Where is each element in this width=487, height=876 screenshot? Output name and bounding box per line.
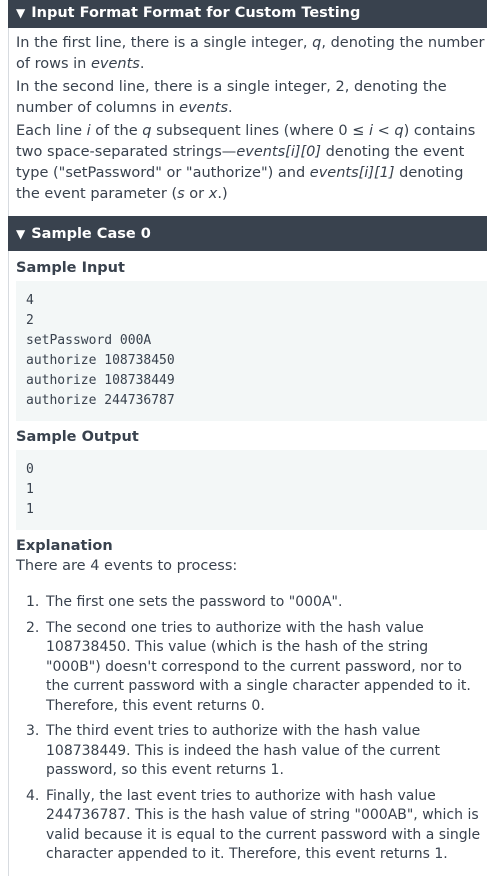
input-format-section-toggle[interactable]: ▼ Input Format Format for Custom Testing (8, 0, 487, 28)
explanation-label: Explanation (16, 538, 113, 554)
sample-case-title: Sample Case 0 (31, 225, 151, 242)
caret-down-icon: ▼ (16, 6, 26, 20)
text: . (139, 56, 145, 72)
text: .) (217, 186, 228, 202)
section-border (8, 251, 9, 876)
list-text: The first one sets the password to "000A… (46, 594, 343, 610)
list-number: 1. (26, 594, 40, 610)
var-events: events (90, 56, 140, 72)
range: ≤ i < q (352, 123, 404, 139)
list-item: 3. The third event tries to authorize wit… (16, 722, 487, 781)
list-item: 1. The first one sets the password to "00… (16, 593, 487, 613)
sample-case-section-toggle[interactable]: ▼ Sample Case 0 (8, 216, 487, 251)
var-events: events (179, 100, 229, 116)
input-format-line-3: Each line i of the q subsequent lines (w… (16, 121, 487, 205)
var-events-i-0: events[i][0] (236, 144, 322, 160)
text: of the (90, 123, 143, 139)
list-number: 2. (26, 619, 40, 636)
list-number: 3. (26, 723, 40, 739)
input-format-title: Input Format Format for Custom Testing (31, 5, 361, 21)
input-format-line-2: In the second line, there is a single in… (16, 77, 487, 119)
caret-down-icon: ▼ (16, 226, 26, 241)
text: In the first line, there is a single int… (16, 35, 313, 51)
explanation-list: 1. The first one sets the password to "00… (16, 593, 487, 871)
text: Each line (16, 123, 87, 139)
sample-input-label: Sample Input (16, 260, 125, 276)
explanation-intro: There are 4 events to process: (16, 558, 238, 574)
sample-input-code: 4 2 setPassword 000A authorize 108738450… (16, 281, 487, 421)
text: subsequent lines (where 0 (151, 123, 353, 139)
list-text: The second one tries to authorize with t… (46, 619, 471, 714)
var-q: q (312, 35, 322, 51)
list-text: Finally, the last event tries to authori… (46, 787, 481, 863)
var-s: s (177, 186, 185, 202)
input-format-line-1: In the first line, there is a single int… (16, 33, 487, 75)
sample-output-code: 0 1 1 (16, 450, 487, 530)
list-item: 4. Finally, the last event tries to autho… (16, 787, 487, 865)
sample-output-label: Sample Output (16, 429, 139, 445)
list-number: 4. (26, 787, 40, 804)
text: or (184, 186, 209, 202)
list-text: The third event tries to authorize with … (46, 723, 441, 778)
var-events-i-1: events[i][1] (309, 165, 395, 181)
list-item: 2. The second one tries to authorize with… (16, 619, 487, 717)
text: . (228, 100, 233, 116)
section-border (8, 28, 9, 216)
